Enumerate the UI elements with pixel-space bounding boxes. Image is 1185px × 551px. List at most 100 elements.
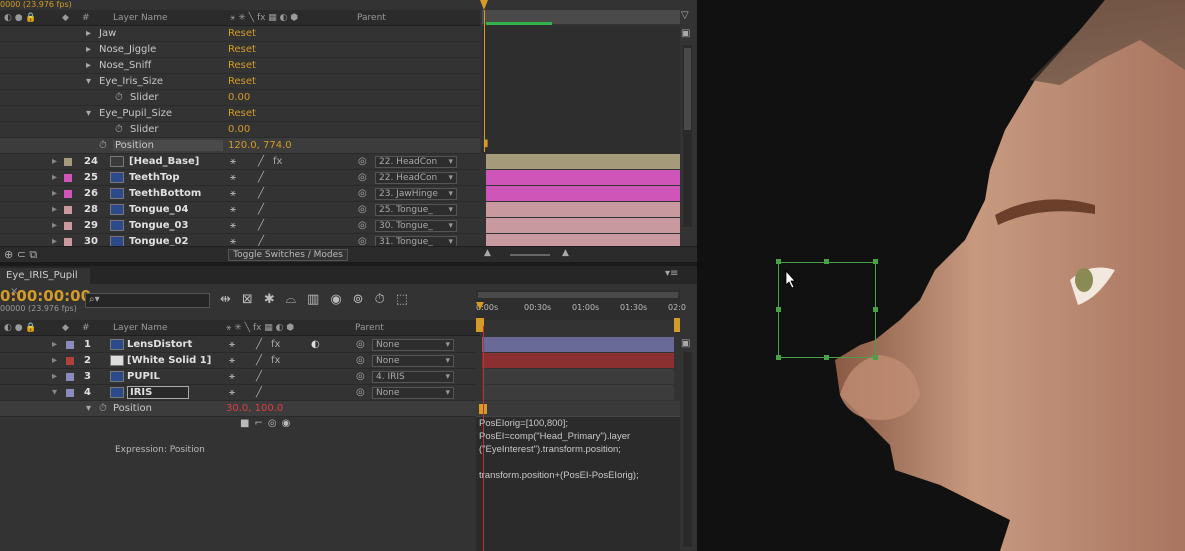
effect-property-row[interactable]: ⏱ Slider 0.00	[0, 90, 480, 106]
expression-code-line[interactable]: ("EyeInterest").transform.position;	[479, 444, 621, 455]
label-color-swatch[interactable]	[64, 205, 72, 214]
comp-marker-icon[interactable]: ▽	[681, 10, 695, 22]
property-value[interactable]: Reset	[228, 108, 256, 119]
layer-name[interactable]: TeethTop	[129, 172, 179, 183]
expression-code-line[interactable]: transform.position+(PosEI-PosEIorig);	[479, 470, 639, 481]
layer-name[interactable]: Tongue_04	[129, 204, 188, 215]
comp-mini-flowchart-icon[interactable]: ⇹	[220, 292, 242, 307]
expression-code-line[interactable]: PosEIorig=[100,800];	[479, 418, 568, 429]
pickwhip-icon[interactable]: ◎	[356, 339, 365, 350]
layer-name[interactable]: TeethBottom	[129, 188, 201, 199]
transform-handle[interactable]	[776, 355, 781, 360]
shy-switch-icon[interactable]: ⚹	[229, 339, 235, 350]
transform-handle[interactable]	[873, 355, 878, 360]
draft-3d-icon[interactable]: ✱	[264, 292, 286, 307]
label-color-swatch[interactable]	[64, 237, 72, 246]
parent-dropdown[interactable]: None	[372, 355, 454, 367]
expression-enable-icon[interactable]: ■	[240, 418, 254, 429]
layer-duration-bar[interactable]	[486, 154, 680, 169]
shy-switch-icon[interactable]: ⚹	[230, 156, 236, 167]
effect-property-row[interactable]: ▸ Jaw Reset	[0, 26, 480, 42]
layer-duration-bar[interactable]	[486, 186, 680, 201]
property-value[interactable]: 0.00	[228, 124, 250, 135]
panel-divider[interactable]	[697, 0, 700, 551]
time-navigator[interactable]	[478, 292, 678, 298]
twirl-icon[interactable]: ▸	[86, 60, 91, 71]
shy-switch-icon[interactable]: ⚹	[230, 204, 236, 215]
layer-name[interactable]: LensDistort	[127, 339, 192, 350]
label-color-swatch[interactable]	[64, 157, 72, 166]
expression-code-line[interactable]: PosEI=comp("Head_Primary").layer	[479, 431, 630, 442]
playhead-icon[interactable]	[480, 0, 488, 10]
brainstorm-icon[interactable]: ⏱	[375, 292, 396, 307]
pickwhip-icon[interactable]: ◎	[356, 387, 365, 398]
fx-switch-icon[interactable]: fx	[271, 355, 280, 366]
layer-duration-bar[interactable]	[482, 385, 674, 400]
property-value[interactable]: Reset	[228, 76, 256, 87]
composition-viewer[interactable]	[700, 0, 1185, 551]
twirl-icon[interactable]: ▸	[52, 172, 57, 183]
live-update-icon[interactable]: ⊠	[242, 292, 264, 307]
quality-switch-icon[interactable]: ╱	[256, 371, 262, 382]
twirl-icon[interactable]: ▾	[52, 387, 57, 398]
effect-property-row[interactable]: ⏱ Slider 0.00	[0, 122, 480, 138]
quality-switch-icon[interactable]: ╱	[256, 355, 262, 366]
property-value[interactable]: Reset	[228, 28, 256, 39]
adjustment-layer-icon[interactable]: ◐	[311, 339, 320, 350]
layer-duration-bar[interactable]	[486, 202, 680, 217]
stopwatch-icon[interactable]: ⏱	[99, 140, 107, 151]
twirl-icon[interactable]: ▾	[86, 403, 91, 414]
twirl-icon[interactable]: ▸	[86, 44, 91, 55]
zoom-in-icon[interactable]: ▲	[562, 248, 569, 258]
twirl-icon[interactable]: ▸	[52, 188, 57, 199]
scrollbar[interactable]	[683, 352, 692, 547]
transform-handle[interactable]	[824, 355, 829, 360]
shy-switch-icon[interactable]: ⚹	[230, 188, 236, 199]
effect-property-row[interactable]: ▸ Nose_Jiggle Reset	[0, 42, 480, 58]
layer-duration-bar[interactable]	[486, 170, 680, 185]
pickwhip-icon[interactable]: ◎	[358, 188, 367, 199]
tab-eye-iris-pupil[interactable]: Eye_IRIS_Pupil ×	[0, 268, 90, 297]
twirl-icon[interactable]: ▸	[52, 156, 57, 167]
twirl-icon[interactable]: ▸	[52, 371, 57, 382]
label-color-swatch[interactable]	[66, 388, 74, 397]
pickwhip-icon[interactable]: ◎	[358, 220, 367, 231]
col-parent[interactable]: Parent	[355, 323, 384, 333]
motion-blur-icon[interactable]: ◉	[330, 292, 352, 307]
quality-switch-icon[interactable]: ╱	[258, 188, 264, 199]
transform-handle[interactable]	[824, 259, 829, 264]
panel-divider[interactable]	[0, 262, 697, 266]
pickwhip-icon[interactable]: ◎	[358, 204, 367, 215]
effect-property-row[interactable]: ▾ Eye_Iris_Size Reset	[0, 74, 480, 90]
parent-dropdown[interactable]: 25. Tongue_	[375, 204, 457, 216]
transform-handle[interactable]	[873, 259, 878, 264]
frame-blend-icon[interactable]: ▥	[307, 292, 330, 307]
parent-dropdown[interactable]: None	[372, 339, 454, 351]
parent-dropdown[interactable]: 22. HeadCon	[375, 172, 457, 184]
language-menu-icon[interactable]: ◉	[282, 418, 296, 429]
parent-dropdown[interactable]: 22. HeadCon	[375, 156, 457, 168]
shy-switch-icon[interactable]: ⚹	[230, 220, 236, 231]
pickwhip-icon[interactable]: ◎	[358, 156, 367, 167]
stopwatch-icon[interactable]: ⏱	[115, 92, 123, 103]
quality-switch-icon[interactable]: ╱	[258, 204, 264, 215]
position-property-row[interactable]: ▾ ⏱ Position 30.0, 100.0	[0, 401, 476, 417]
label-color-swatch[interactable]	[66, 372, 74, 381]
search-input[interactable]: ⌕▾	[85, 293, 210, 308]
work-area-bar[interactable]	[486, 22, 552, 25]
comp-flow-icon[interactable]: ⊕ ⊂ ⧉	[4, 248, 37, 262]
label-color-swatch[interactable]	[64, 189, 72, 198]
stopwatch-icon[interactable]: ⏱	[99, 403, 107, 414]
quality-switch-icon[interactable]: ╱	[256, 387, 262, 398]
twirl-icon[interactable]: ▸	[52, 220, 57, 231]
col-layer-name[interactable]: Layer Name	[113, 13, 168, 23]
shy-switch-icon[interactable]: ⚹	[230, 172, 236, 183]
twirl-icon[interactable]: ▸	[86, 28, 91, 39]
pickwhip-icon[interactable]: ◎	[268, 418, 282, 429]
pickwhip-icon[interactable]: ◎	[356, 371, 365, 382]
zoom-slider[interactable]	[510, 254, 550, 256]
parent-dropdown[interactable]: 23. JawHinge	[375, 188, 457, 200]
transform-handle[interactable]	[776, 259, 781, 264]
parent-dropdown[interactable]: None	[372, 387, 454, 399]
work-area-end[interactable]	[674, 318, 680, 332]
